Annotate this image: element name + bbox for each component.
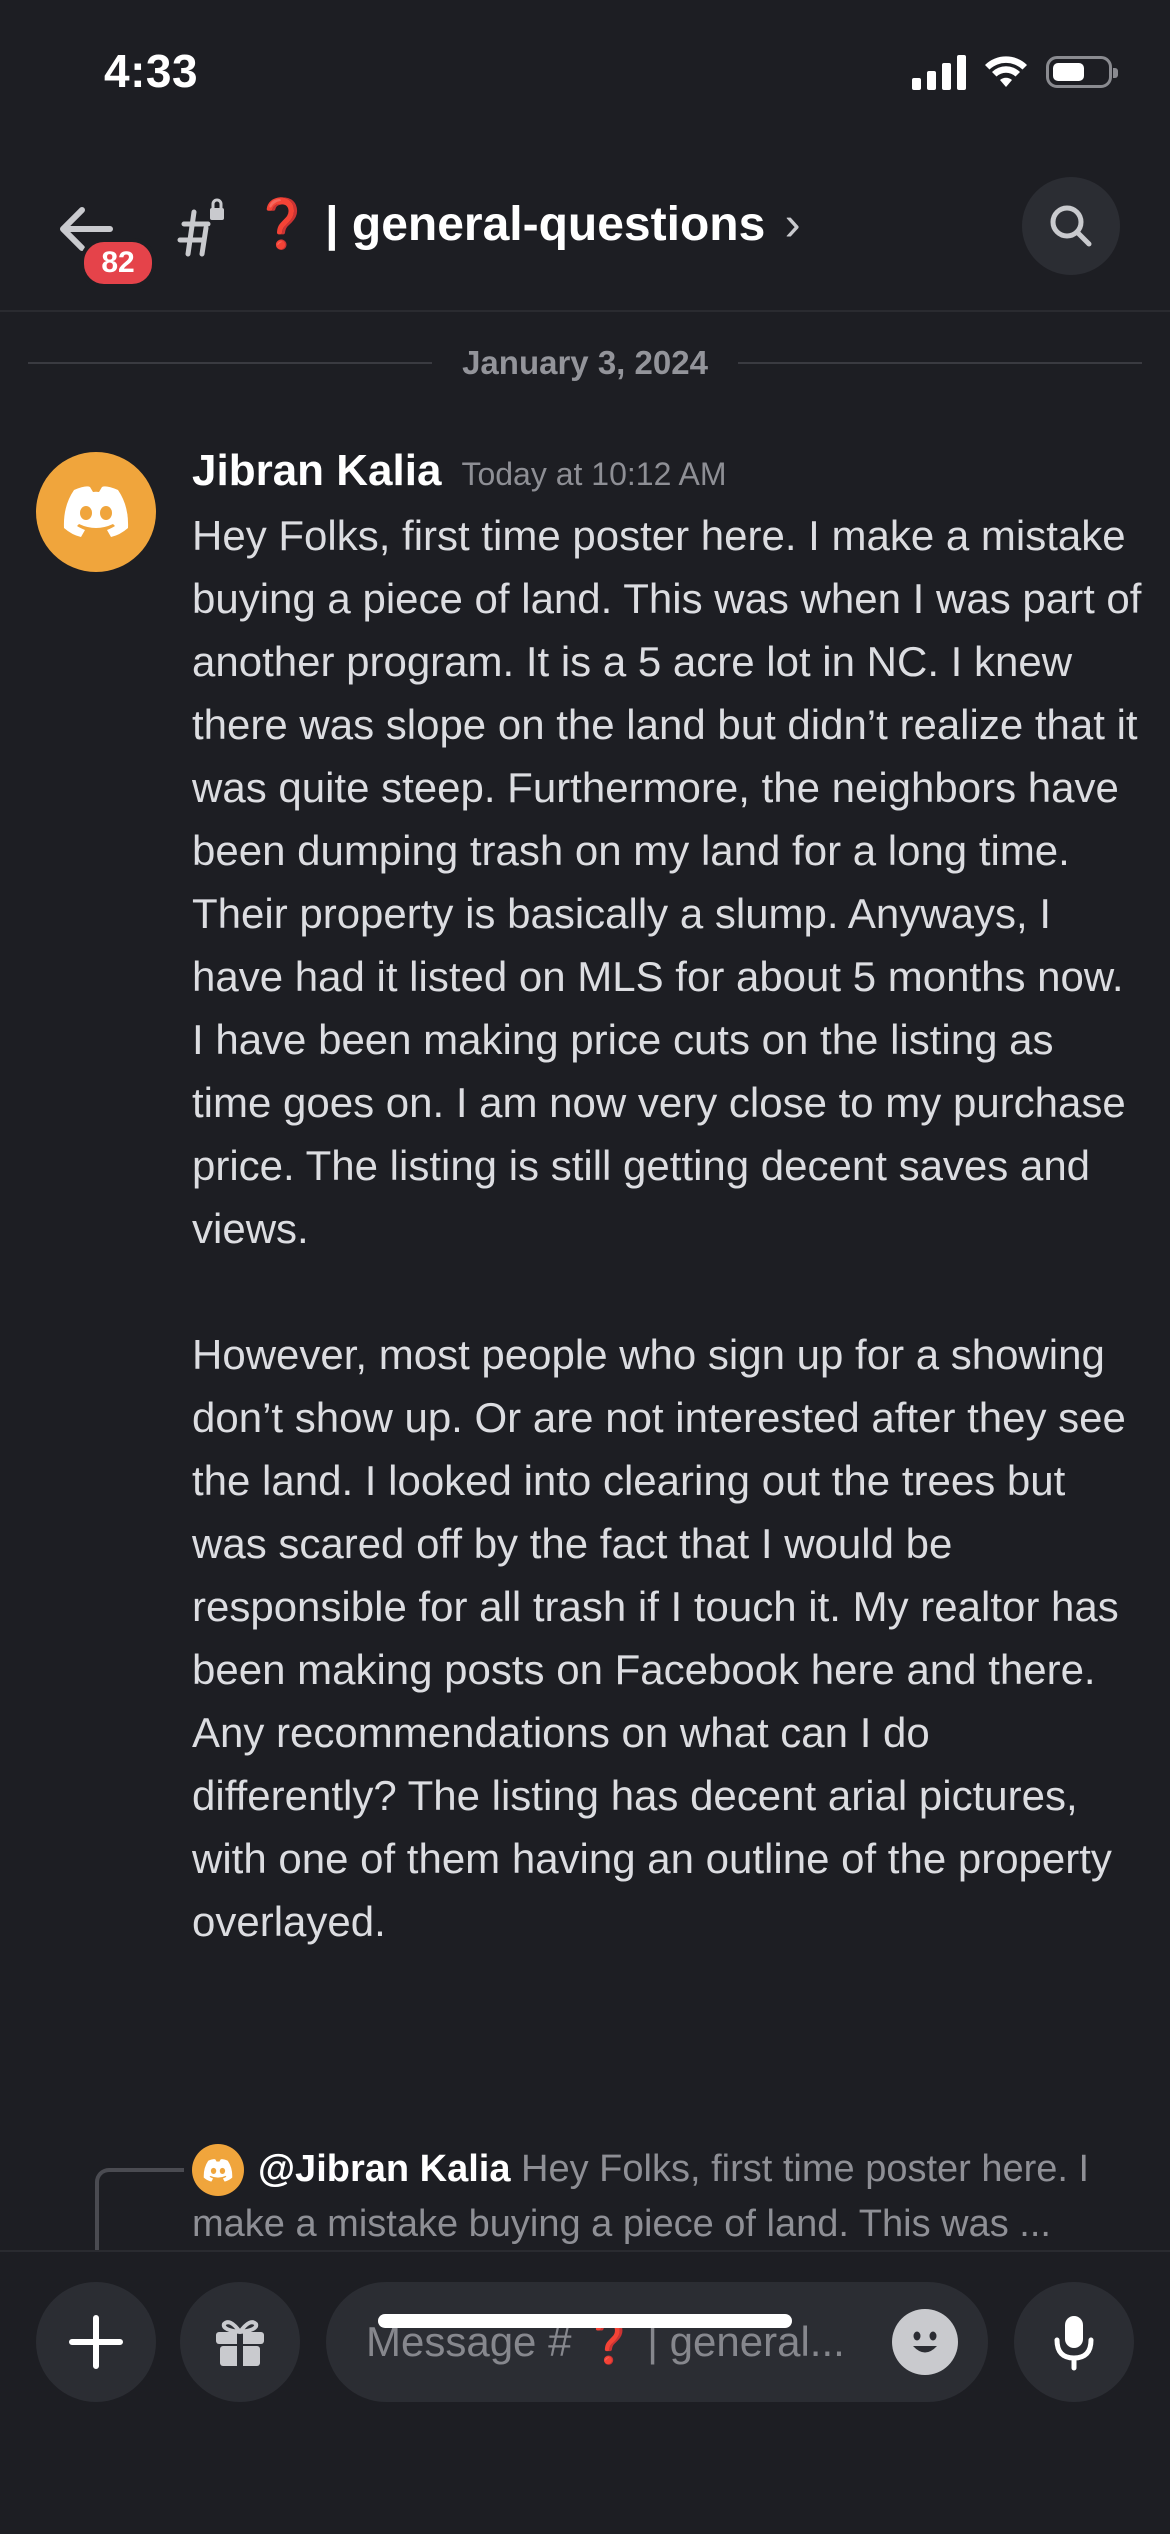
- date-divider: January 3, 2024: [28, 338, 1142, 388]
- message-author[interactable]: Jibran Kalia: [192, 446, 441, 495]
- message-timestamp: Today at 10:12 AM: [461, 456, 727, 492]
- message-body: Hey Folks, first time poster here. I mak…: [192, 504, 1142, 2016]
- microphone-icon: [1054, 2316, 1094, 2371]
- status-bar: 4:33: [0, 0, 1170, 150]
- discord-logo-icon: [203, 2158, 233, 2182]
- reply-author: @Jibran Kalia: [258, 2148, 511, 2190]
- channel-name: | general-questions: [311, 198, 766, 251]
- avatar[interactable]: [36, 452, 156, 572]
- gift-icon: [216, 2320, 264, 2366]
- message-paragraph: Hey Folks, first time poster here. I mak…: [192, 512, 1142, 1252]
- status-time: 4:33: [104, 45, 199, 97]
- message-input[interactable]: Message # ❓ | general...: [326, 2282, 988, 2402]
- plus-icon: [69, 2315, 123, 2369]
- wifi-icon: [985, 56, 1027, 87]
- channel-title[interactable]: ❓ | general-questions ›: [252, 195, 801, 252]
- search-button[interactable]: [1022, 177, 1120, 275]
- home-indicator[interactable]: [378, 2314, 792, 2328]
- message-header: Jibran Kalia Today at 10:12 AM: [192, 446, 727, 496]
- divider-line: [28, 362, 433, 364]
- battery-level: [1053, 63, 1085, 81]
- channel-hash-icon: [177, 198, 224, 257]
- message-paragraph: However, most people who sign up for a s…: [192, 1331, 1126, 1945]
- channel-emoji: ❓: [252, 198, 312, 251]
- search-icon: [1050, 205, 1092, 247]
- reply-connector: [95, 2168, 184, 2252]
- cellular-signal-icon: [912, 54, 966, 90]
- attach-button[interactable]: [36, 2282, 156, 2402]
- message-composer: Message # ❓ | general...: [0, 2250, 1170, 2534]
- date-divider-text: January 3, 2024: [462, 344, 708, 381]
- reply-avatar: [192, 2144, 244, 2196]
- voice-message-button[interactable]: [1014, 2282, 1134, 2402]
- unread-badge: 82: [80, 238, 156, 288]
- channel-header: 82 ❓ | general-questions ›: [0, 150, 1170, 312]
- emoji-button[interactable]: [892, 2309, 958, 2375]
- status-icons: [912, 54, 1118, 90]
- divider-line: [737, 362, 1142, 364]
- reply-preview[interactable]: @Jibran Kalia Hey Folks, first time post…: [192, 2142, 1142, 2252]
- discord-logo-icon: [63, 486, 129, 537]
- emoji-icon: [913, 2331, 937, 2353]
- battery-icon: [1046, 56, 1118, 88]
- chevron-right-icon: ›: [784, 198, 801, 251]
- gift-button[interactable]: [180, 2282, 300, 2402]
